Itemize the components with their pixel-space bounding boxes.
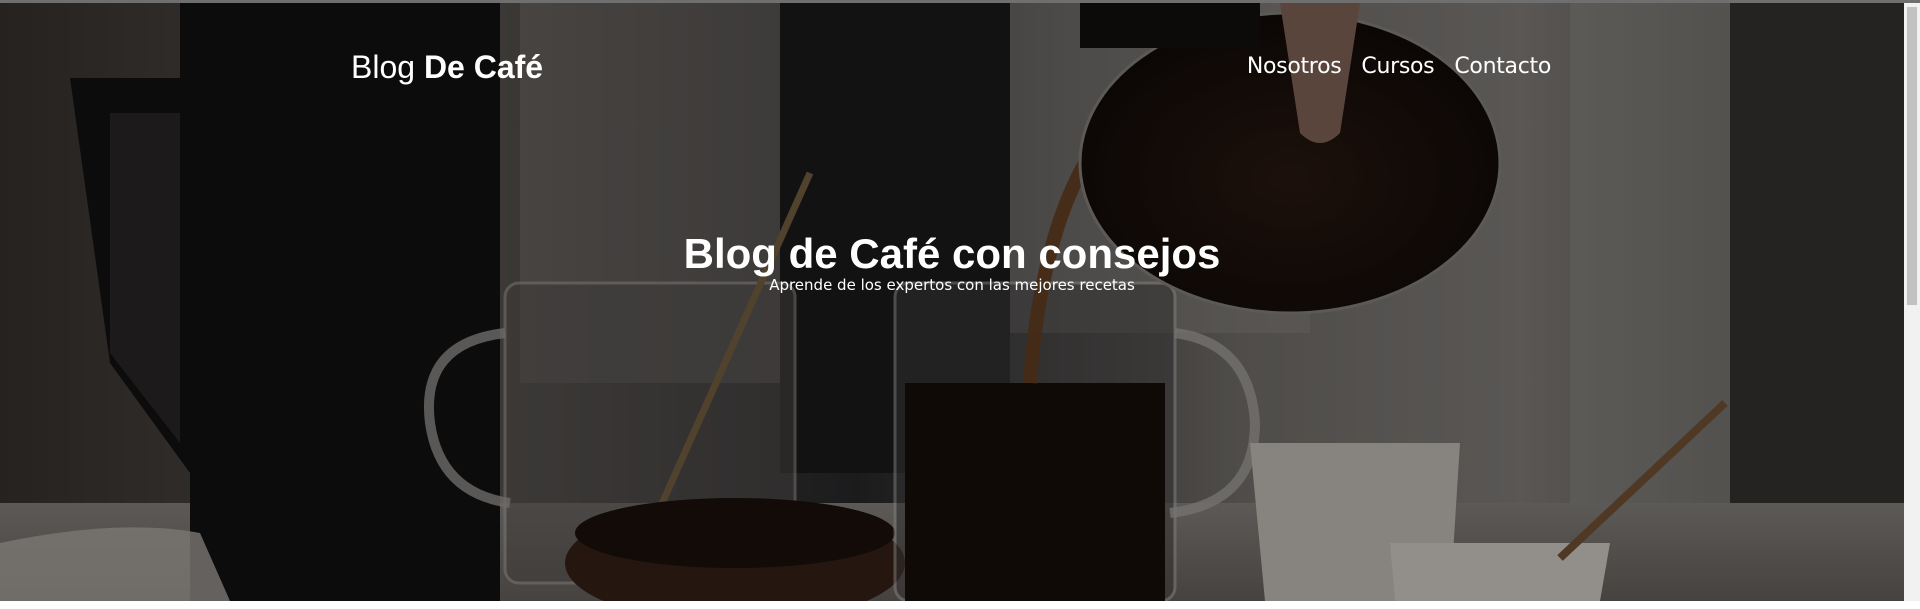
hero-content: Blog de Café con consejos Aprende de los… xyxy=(0,229,1904,295)
logo-text-regular: Blog xyxy=(351,49,424,85)
logo-text-bold: De Café xyxy=(423,49,544,85)
window-top-border xyxy=(0,0,1920,3)
hero-section: Blog De Café Nosotros Cursos Contacto Bl… xyxy=(0,3,1904,601)
hero-subtitle: Aprende de los expertos con las mejores … xyxy=(769,276,1135,294)
page-bottom-strip xyxy=(0,601,1920,609)
vertical-scrollbar[interactable] xyxy=(1904,3,1920,601)
nav-link-nosotros[interactable]: Nosotros xyxy=(1247,53,1342,81)
main-nav: Nosotros Cursos Contacto xyxy=(1247,53,1551,81)
scrollbar-thumb[interactable] xyxy=(1907,7,1917,305)
site-header: Blog De Café Nosotros Cursos Contacto xyxy=(0,3,1904,123)
nav-link-cursos[interactable]: Cursos xyxy=(1361,53,1434,81)
page: Blog De Café Nosotros Cursos Contacto Bl… xyxy=(0,0,1920,609)
hero-title: Blog de Café con consejos xyxy=(683,230,1221,277)
nav-link-contacto[interactable]: Contacto xyxy=(1454,53,1551,81)
site-logo[interactable]: Blog De Café xyxy=(351,47,543,87)
